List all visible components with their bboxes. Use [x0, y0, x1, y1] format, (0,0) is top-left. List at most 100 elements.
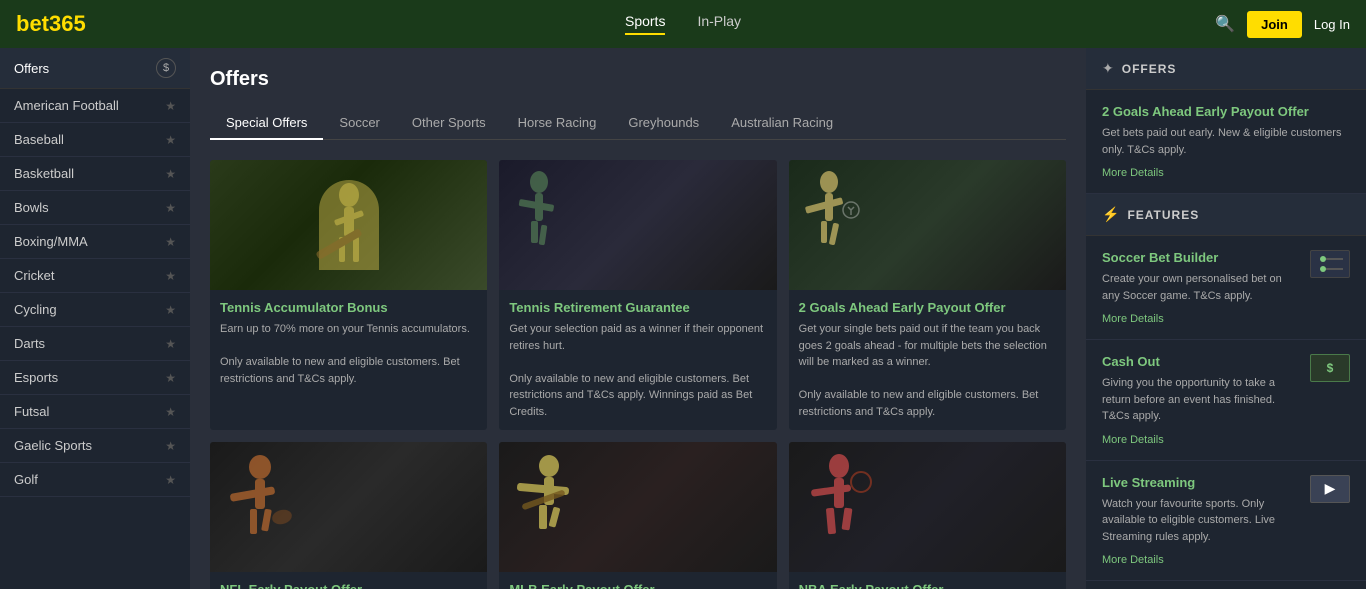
star-offers-icon: ✦	[1102, 60, 1114, 77]
right-sidebar: ✦ OFFERS 2 Goals Ahead Early Payout Offe…	[1086, 48, 1366, 589]
sidebar-item-basketball[interactable]: Basketball ★	[0, 157, 190, 191]
star-icon: ★	[165, 201, 176, 215]
play-icon: ▶	[1325, 480, 1336, 497]
sidebar-item-darts[interactable]: Darts ★	[0, 327, 190, 361]
logo-highlight: 365	[49, 11, 86, 36]
tab-other-sports[interactable]: Other Sports	[396, 107, 502, 140]
live-streaming-more-details[interactable]: More Details	[1102, 554, 1164, 566]
star-icon: ★	[165, 167, 176, 181]
sidebar-item-american-football[interactable]: American Football ★	[0, 89, 190, 123]
offer-body-tennis-retirement: Tennis Retirement Guarantee Get your sel…	[499, 290, 776, 430]
tab-greyhounds[interactable]: Greyhounds	[612, 107, 715, 140]
offer-card-nfl[interactable]: NFL Early Payout Offer Get your single b…	[210, 442, 487, 589]
offer-title-tennis-accumulator: Tennis Accumulator Bonus	[220, 300, 477, 315]
offer-body-nba: NBA Early Payout Offer Get your single b…	[789, 572, 1066, 589]
offer-title-tennis-retirement: Tennis Retirement Guarantee	[509, 300, 766, 315]
star-icon: ★	[165, 337, 176, 351]
live-streaming-title: Live Streaming	[1102, 475, 1195, 490]
nav-inplay[interactable]: In-Play	[697, 13, 741, 35]
offers-grid: Tennis Accumulator Bonus Earn up to 70% …	[210, 160, 1066, 589]
right-feature-row-cash-out: Cash Out Giving you the opportunity to t…	[1102, 354, 1350, 446]
offer-image-nfl	[210, 442, 487, 572]
sidebar-item-golf[interactable]: Golf ★	[0, 463, 190, 497]
offer-desc-2goals: Get your single bets paid out if the tea…	[799, 321, 1056, 420]
offer-title-nba: NBA Early Payout Offer	[799, 582, 1056, 589]
soccer-bet-builder-thumb	[1310, 250, 1350, 278]
sidebar-header: Offers $	[0, 48, 190, 89]
soccer-bet-builder-more-details[interactable]: More Details	[1102, 313, 1164, 325]
sidebar-item-baseball[interactable]: Baseball ★	[0, 123, 190, 157]
cash-out-desc: Giving you the opportunity to take a ret…	[1102, 375, 1300, 425]
tab-special-offers[interactable]: Special Offers	[210, 107, 323, 140]
right-feature-row-soccer-bet-builder: Soccer Bet Builder Create your own perso…	[1102, 250, 1350, 325]
offer-title-2goals: 2 Goals Ahead Early Payout Offer	[799, 300, 1056, 315]
right-offers-item: 2 Goals Ahead Early Payout Offer Get bet…	[1086, 90, 1366, 194]
layout: Offers $ American Football ★ Baseball ★ …	[0, 48, 1366, 589]
right-offers-title: OFFERS	[1122, 62, 1177, 76]
live-streaming-desc: Watch your favourite sports. Only availa…	[1102, 496, 1300, 546]
star-icon: ★	[165, 303, 176, 317]
sidebar-item-cycling[interactable]: Cycling ★	[0, 293, 190, 327]
star-icon: ★	[165, 235, 176, 249]
sidebar-item-cricket[interactable]: Cricket ★	[0, 259, 190, 293]
sidebar-item-esports[interactable]: Esports ★	[0, 361, 190, 395]
offer-title-nfl: NFL Early Payout Offer	[220, 582, 477, 589]
offer-title-mlb: MLB Early Payout Offer	[509, 582, 766, 589]
right-feature-live-streaming: Live Streaming Watch your favourite spor…	[1086, 461, 1366, 582]
offer-image-mlb	[499, 442, 776, 572]
star-icon: ★	[165, 439, 176, 453]
offer-image-tennis-retirement	[499, 160, 776, 290]
offer-image-tennis-accumulator	[210, 160, 487, 290]
offer-card-nba[interactable]: NBA Early Payout Offer Get your single b…	[789, 442, 1066, 589]
offer-body-2goals: 2 Goals Ahead Early Payout Offer Get you…	[789, 290, 1066, 430]
join-button[interactable]: Join	[1247, 11, 1302, 38]
offer-card-tennis-retirement[interactable]: Tennis Retirement Guarantee Get your sel…	[499, 160, 776, 430]
right-feature-row-live-streaming: Live Streaming Watch your favourite spor…	[1102, 475, 1350, 567]
offer-card-mlb[interactable]: MLB Early Payout Offer Get your single b…	[499, 442, 776, 589]
star-icon: ★	[165, 269, 176, 283]
logo[interactable]: bet365	[16, 11, 86, 37]
offer-image-nba	[789, 442, 1066, 572]
tab-horse-racing[interactable]: Horse Racing	[502, 107, 613, 140]
tab-soccer[interactable]: Soccer	[323, 107, 395, 140]
header: bet365 Sports In-Play 🔍 Join Log In	[0, 0, 1366, 48]
tab-australian-racing[interactable]: Australian Racing	[715, 107, 849, 140]
right-feature-text-soccer-bet-builder: Soccer Bet Builder Create your own perso…	[1102, 250, 1300, 325]
nav-sports[interactable]: Sports	[625, 13, 665, 35]
offer-card-tennis-accumulator[interactable]: Tennis Accumulator Bonus Earn up to 70% …	[210, 160, 487, 430]
search-button[interactable]: 🔍	[1215, 14, 1235, 34]
right-offers-more-details[interactable]: More Details	[1102, 167, 1164, 179]
right-feature-text-live-streaming: Live Streaming Watch your favourite spor…	[1102, 475, 1300, 567]
main-nav: Sports In-Play	[625, 13, 741, 35]
offer-desc-tennis-accumulator: Earn up to 70% more on your Tennis accum…	[220, 321, 477, 387]
login-button[interactable]: Log In	[1314, 17, 1350, 32]
sidebar-item-boxing-mma[interactable]: Boxing/MMA ★	[0, 225, 190, 259]
star-icon: ★	[165, 133, 176, 147]
sidebar-item-gaelic-sports[interactable]: Gaelic Sports ★	[0, 429, 190, 463]
logo-text: bet	[16, 11, 49, 36]
right-features-title: FEATURES	[1127, 208, 1199, 222]
cash-out-thumb: $	[1310, 354, 1350, 382]
sidebar-item-futsal[interactable]: Futsal ★	[0, 395, 190, 429]
offer-image-2goals	[789, 160, 1066, 290]
star-icon: ★	[165, 473, 176, 487]
main-content: Offers Special Offers Soccer Other Sport…	[190, 48, 1086, 589]
left-sidebar: Offers $ American Football ★ Baseball ★ …	[0, 48, 190, 589]
header-actions: 🔍 Join Log In	[1215, 11, 1350, 38]
right-offers-item-title: 2 Goals Ahead Early Payout Offer	[1102, 104, 1350, 119]
offer-card-2goals[interactable]: 2 Goals Ahead Early Payout Offer Get you…	[789, 160, 1066, 430]
star-icon: ★	[165, 371, 176, 385]
soccer-bet-builder-title: Soccer Bet Builder	[1102, 250, 1218, 265]
page-title: Offers	[210, 68, 1066, 91]
soccer-bet-builder-desc: Create your own personalised bet on any …	[1102, 271, 1300, 304]
offer-desc-tennis-retirement: Get your selection paid as a winner if t…	[509, 321, 766, 420]
lightning-features-icon: ⚡	[1102, 206, 1119, 223]
right-features-header: ⚡ FEATURES	[1086, 194, 1366, 236]
star-icon: ★	[165, 99, 176, 113]
right-feature-soccer-bet-builder: Soccer Bet Builder Create your own perso…	[1086, 236, 1366, 340]
cash-out-more-details[interactable]: More Details	[1102, 434, 1164, 446]
offer-body-mlb: MLB Early Payout Offer Get your single b…	[499, 572, 776, 589]
sidebar-header-label: Offers	[14, 61, 49, 76]
right-offers-item-desc: Get bets paid out early. New & eligible …	[1102, 125, 1350, 158]
sidebar-item-bowls[interactable]: Bowls ★	[0, 191, 190, 225]
